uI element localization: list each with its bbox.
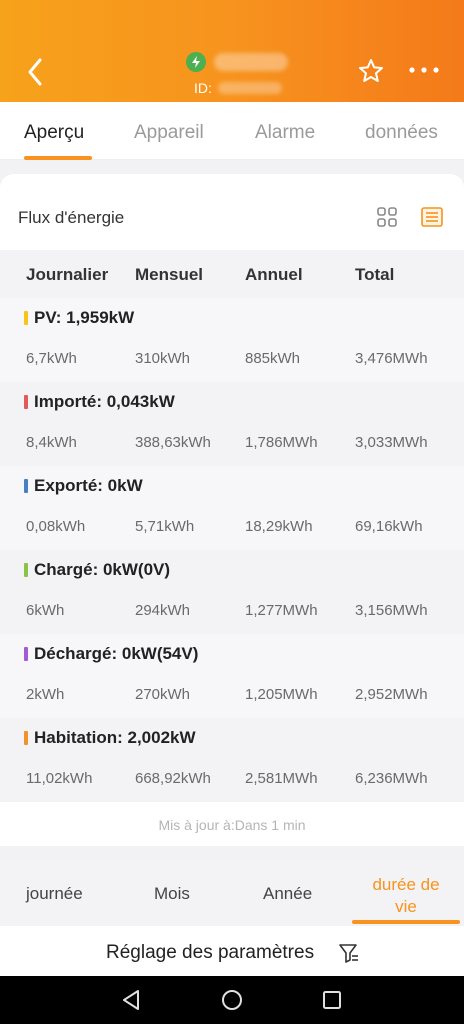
filter-settings-icon[interactable]	[338, 942, 360, 964]
table-row-exporte: Exporté: 0kW 0,08kWh 5,71kWh 18,29kWh 69…	[0, 466, 464, 550]
table-cell: 6,7kWh	[26, 350, 77, 367]
table-cell: 1,277MWh	[245, 602, 318, 619]
nav-back-icon[interactable]	[120, 988, 144, 1012]
column-header: Total	[355, 265, 395, 284]
table-cell: 1,205MWh	[245, 686, 318, 703]
device-id-label: ID:	[194, 80, 212, 96]
period-tab-month[interactable]: Mois	[154, 884, 190, 904]
device-id: ID:	[194, 80, 282, 96]
table-cell: 69,16kWh	[355, 518, 423, 535]
more-options-icon[interactable]	[408, 60, 440, 80]
table-cell: 3,033MWh	[355, 434, 428, 451]
table-cell: 6kWh	[26, 602, 65, 619]
column-header: Mensuel	[135, 265, 204, 284]
row-label: Exporté: 0kW	[24, 476, 143, 496]
table-cell: 294kWh	[135, 602, 191, 619]
table-cell: 2kWh	[26, 686, 65, 703]
favorite-star-icon[interactable]	[358, 58, 384, 84]
column-header: Journalier	[26, 265, 109, 284]
table-cell: 1,786MWh	[245, 434, 318, 451]
row-label: Déchargé: 0kW(54V)	[24, 644, 198, 664]
energy-table: Journalier Mensuel Annuel Total PV: 1,95…	[0, 250, 464, 802]
table-cell: 668,92kWh	[135, 770, 211, 787]
active-tab-indicator	[24, 156, 92, 160]
period-tab-year[interactable]: Année	[263, 884, 312, 904]
home-color-marker	[24, 731, 28, 745]
row-label: PV: 1,959kW	[24, 308, 134, 328]
device-id-redacted	[217, 82, 282, 94]
table-row-habitation: Habitation: 2,002kW 11,02kWh 668,92kWh 2…	[0, 718, 464, 802]
tab-alarme[interactable]: Alarme	[255, 122, 315, 144]
discharge-color-marker	[24, 647, 28, 661]
tab-appareil[interactable]: Appareil	[134, 122, 204, 144]
table-cell: 3,156MWh	[355, 602, 428, 619]
table-cell: 885kWh	[245, 350, 301, 367]
online-status-icon	[186, 52, 206, 72]
table-cell: 2,952MWh	[355, 686, 428, 703]
import-color-marker	[24, 395, 28, 409]
discharge-label: Déchargé: 0kW(54V)	[34, 644, 199, 663]
table-cell: 2,581MWh	[245, 770, 318, 787]
row-label: Importé: 0,043kW	[24, 392, 175, 412]
charge-label: Chargé: 0kW(0V)	[34, 560, 171, 579]
period-tab-lifetime-line2: vie	[395, 897, 417, 916]
nav-home-icon[interactable]	[220, 988, 244, 1012]
energy-flow-card: Flux d'énergie Journalier Mensuel Annuel…	[0, 174, 464, 846]
table-cell: 11,02kWh	[26, 770, 93, 787]
system-nav-bar	[0, 976, 464, 1024]
app-header: ID:	[0, 0, 464, 102]
table-header: Journalier Mensuel Annuel Total	[0, 250, 464, 298]
last-updated-text: Mis à jour à:Dans 1 min	[158, 817, 306, 833]
pv-color-marker	[24, 311, 28, 325]
table-cell: 5,71kWh	[135, 518, 195, 535]
active-period-indicator	[352, 920, 460, 924]
period-tab-day[interactable]: journée	[26, 884, 83, 904]
list-view-icon[interactable]	[420, 206, 444, 228]
export-color-marker	[24, 479, 28, 493]
main-tabs: Aperçu Appareil Alarme données	[0, 102, 464, 160]
table-cell: 270kWh	[135, 686, 191, 703]
settings-bar[interactable]: Réglage des paramètres	[0, 926, 464, 976]
table-cell: 3,476MWh	[355, 350, 428, 367]
column-header: Annuel	[245, 265, 303, 284]
table-row-charge: Chargé: 0kW(0V) 6kWh 294kWh 1,277MWh 3,1…	[0, 550, 464, 634]
settings-label: Réglage des paramètres	[106, 942, 315, 963]
table-row-decharge: Déchargé: 0kW(54V) 2kWh 270kWh 1,205MWh …	[0, 634, 464, 718]
table-cell: 8,4kWh	[26, 434, 77, 451]
device-title	[186, 52, 288, 72]
table-cell: 310kWh	[135, 350, 191, 367]
nav-recents-icon[interactable]	[320, 988, 344, 1012]
energy-flow-title: Flux d'énergie	[18, 208, 125, 227]
tab-apercu[interactable]: Aperçu	[24, 122, 84, 144]
table-cell: 388,63kWh	[135, 434, 211, 451]
charge-color-marker	[24, 563, 28, 577]
device-name-redacted	[214, 53, 288, 71]
pv-label: PV: 1,959kW	[34, 308, 135, 327]
import-label: Importé: 0,043kW	[34, 392, 175, 411]
period-tab-lifetime[interactable]: durée de vie	[352, 874, 460, 918]
row-label: Habitation: 2,002kW	[24, 728, 196, 748]
export-label: Exporté: 0kW	[34, 476, 143, 495]
table-cell: 6,236MWh	[355, 770, 428, 787]
tab-donnees[interactable]: données	[365, 122, 438, 144]
table-row-importe: Importé: 0,043kW 8,4kWh 388,63kWh 1,786M…	[0, 382, 464, 466]
home-label: Habitation: 2,002kW	[34, 728, 196, 747]
diagram-view-icon[interactable]	[376, 206, 398, 228]
back-arrow-icon[interactable]	[22, 56, 50, 88]
period-tabs: journée Mois Année durée de vie	[0, 860, 464, 926]
period-tab-lifetime-line1: durée de	[372, 875, 440, 894]
table-cell: 0,08kWh	[26, 518, 86, 535]
table-row-pv: PV: 1,959kW 6,7kWh 310kWh 885kWh 3,476MW…	[0, 298, 464, 382]
table-cell: 18,29kWh	[245, 518, 313, 535]
row-label: Chargé: 0kW(0V)	[24, 560, 170, 580]
